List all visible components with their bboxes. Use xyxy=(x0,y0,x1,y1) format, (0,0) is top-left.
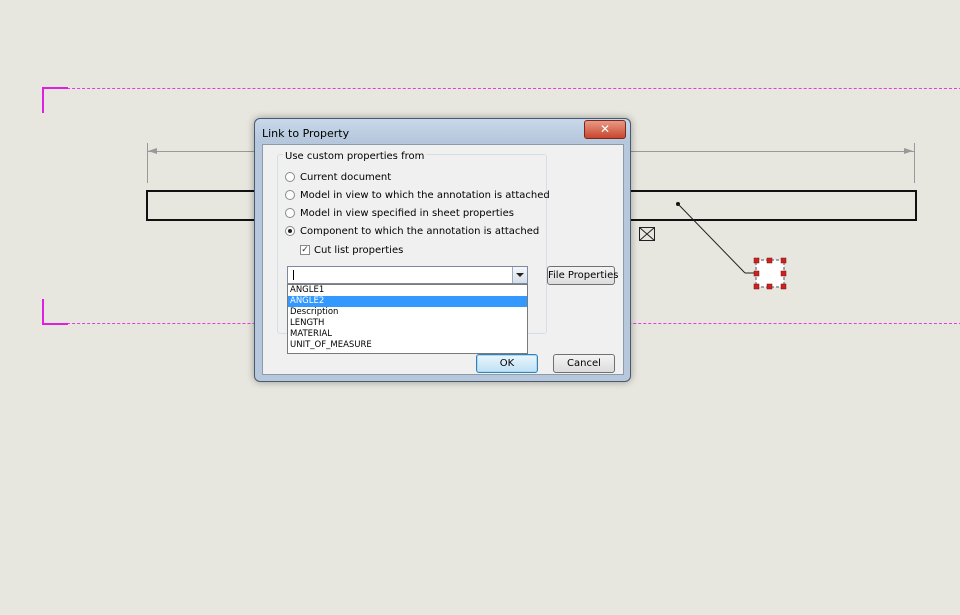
leader-line xyxy=(677,203,746,274)
dialog-title: Link to Property xyxy=(262,127,350,140)
link-to-property-dialog: Link to Property ✕ Use custom properties… xyxy=(254,118,631,382)
radio-label: Current document xyxy=(300,171,392,183)
text-caret xyxy=(293,270,294,280)
extension-line-right xyxy=(914,143,915,183)
cut-list-checkbox[interactable]: ✓ xyxy=(300,245,310,255)
radio-label: Component to which the annotation is att… xyxy=(300,225,540,237)
chevron-down-icon[interactable] xyxy=(512,267,527,283)
radio-current-document[interactable]: Current document xyxy=(285,170,391,184)
radio-model-in-view-sheet[interactable]: Model in view specified in sheet propert… xyxy=(285,206,514,220)
radio-button-selected[interactable] xyxy=(285,226,295,236)
dropdown-item-selected[interactable]: ANGLE2 xyxy=(288,296,527,307)
radio-model-in-view-attached[interactable]: Model in view to which the annotation is… xyxy=(285,188,550,202)
dropdown-item[interactable]: MATERIAL xyxy=(288,329,527,340)
balloon-annotation[interactable] xyxy=(670,195,800,295)
property-dropdown-list: ANGLE1 ANGLE2 Description LENGTH MATERIA… xyxy=(287,284,528,354)
sheet-corner-top xyxy=(42,87,68,113)
radio-component-attached[interactable]: Component to which the annotation is att… xyxy=(285,224,539,238)
file-properties-button[interactable]: File Properties xyxy=(547,266,618,285)
cancel-button[interactable]: Cancel xyxy=(553,354,615,373)
dialog-body: Use custom properties from Current docum… xyxy=(262,144,624,375)
radio-label: Model in view to which the annotation is… xyxy=(300,189,550,201)
dropdown-item[interactable]: ANGLE1 xyxy=(288,285,527,296)
ok-button[interactable]: OK xyxy=(476,354,538,373)
annotation-box xyxy=(755,259,785,288)
dropdown-item[interactable]: Description xyxy=(288,307,527,318)
radio-button[interactable] xyxy=(285,172,295,182)
cut-list-label: Cut list properties xyxy=(314,244,404,256)
radio-button[interactable] xyxy=(285,208,295,218)
close-icon: ✕ xyxy=(599,122,611,136)
property-combobox[interactable] xyxy=(287,266,528,284)
sheet-corner-bottom xyxy=(42,299,68,325)
dropdown-item[interactable]: LENGTH xyxy=(288,318,527,329)
radio-button[interactable] xyxy=(285,190,295,200)
close-button[interactable]: ✕ xyxy=(584,120,626,139)
dimension-arrow-right xyxy=(904,148,913,154)
radio-label: Model in view specified in sheet propert… xyxy=(300,207,514,219)
dropdown-item[interactable]: UNIT_OF_MEASURE xyxy=(288,340,527,351)
dimension-arrow-left xyxy=(148,148,157,154)
dialog-titlebar[interactable]: Link to Property ✕ xyxy=(255,119,630,143)
group-label: Use custom properties from xyxy=(283,151,427,162)
cut-list-checkbox-row[interactable]: ✓ Cut list properties xyxy=(300,243,403,257)
cross-box-icon xyxy=(639,227,655,241)
